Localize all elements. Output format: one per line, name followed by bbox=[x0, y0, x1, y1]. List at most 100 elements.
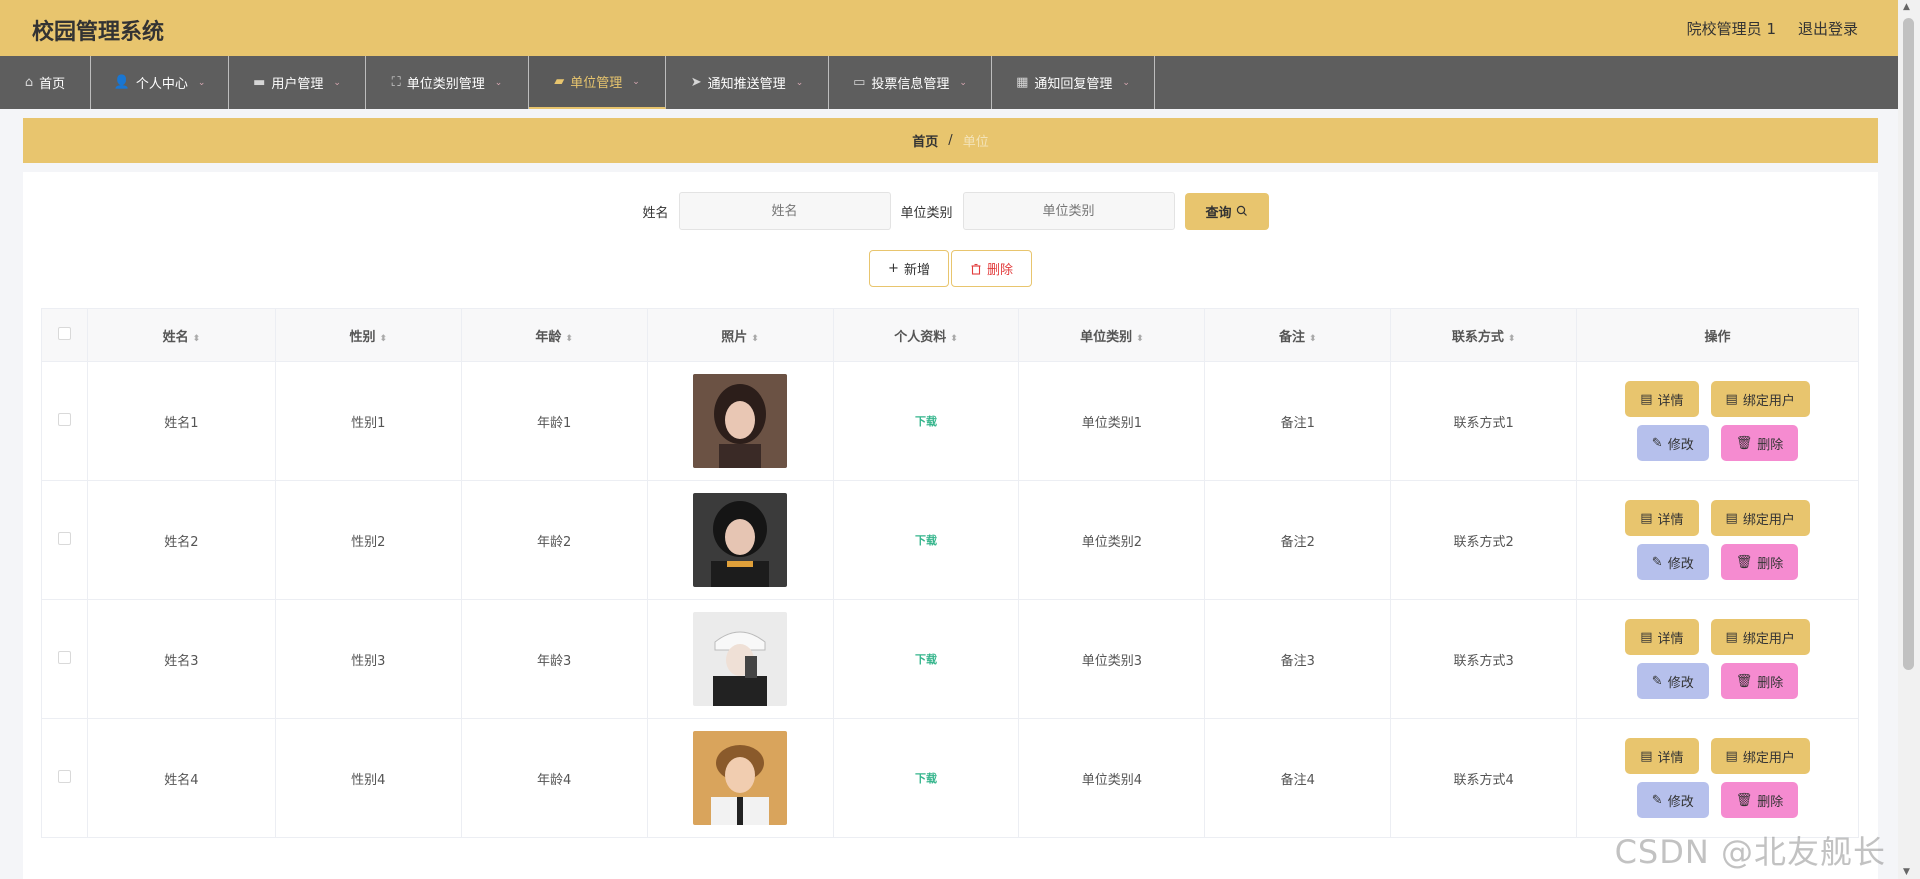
add-button[interactable]: + 新增 bbox=[869, 250, 949, 287]
nav-label: 单位管理 bbox=[570, 76, 623, 91]
col-actions: 操作 bbox=[1576, 308, 1859, 362]
col-gender[interactable]: 性别 ⬍ bbox=[274, 308, 462, 362]
detail-button[interactable]: ▤ 详情 bbox=[1625, 381, 1699, 417]
bind-user-button[interactable]: ▤ 绑定用户 bbox=[1710, 619, 1810, 655]
col-note[interactable]: 备注 ⬍ bbox=[1204, 308, 1392, 362]
scroll-down-icon[interactable]: ▼ bbox=[1903, 867, 1910, 877]
select-all-checkbox[interactable] bbox=[57, 326, 71, 340]
doc-icon: ▤ bbox=[1640, 748, 1653, 764]
cell-contact: 联系方式1 bbox=[1390, 361, 1578, 481]
edit-button[interactable]: ✎ 修改 bbox=[1636, 782, 1709, 818]
bind-user-button[interactable]: ▤ 绑定用户 bbox=[1710, 500, 1810, 536]
edit-button[interactable]: ✎ 修改 bbox=[1636, 425, 1709, 461]
col-photo[interactable]: 照片 ⬍ bbox=[646, 308, 834, 362]
logout-link[interactable]: 退出登录 bbox=[1798, 18, 1858, 39]
current-user[interactable]: 院校管理员 1 bbox=[1687, 18, 1776, 39]
batch-delete-button[interactable]: 删除 bbox=[950, 250, 1032, 287]
photo-thumbnail[interactable] bbox=[693, 612, 788, 706]
cell-profile: 下载 bbox=[832, 718, 1020, 838]
sort-icon: ⬍ bbox=[379, 333, 388, 344]
download-link[interactable]: 下载 bbox=[915, 653, 937, 666]
delete-button[interactable]: 🗑 删除 bbox=[1720, 663, 1799, 699]
select-all-cell bbox=[41, 308, 88, 362]
cell-name: 姓名3 bbox=[86, 599, 276, 719]
nav-item-vote-info-management[interactable]: ▭ 投票信息管理 ⌄ bbox=[829, 56, 992, 109]
bind-user-button[interactable]: ▤ 绑定用户 bbox=[1710, 381, 1810, 417]
cell-gender: 性别3 bbox=[274, 599, 462, 719]
row-checkbox[interactable] bbox=[57, 650, 71, 664]
row-checkbox[interactable] bbox=[57, 412, 71, 426]
units-table: 姓名 ⬍ 性别 ⬍ 年龄 ⬍ 照片 ⬍ 个人资料 ⬍ 单位类别 ⬍ 备注 ⬍ 联系方式 ⬍ 操作… bbox=[41, 308, 1859, 838]
detail-button[interactable]: ▤ 详情 bbox=[1625, 500, 1699, 536]
col-profile[interactable]: 个人资料 ⬍ bbox=[832, 308, 1020, 362]
trash-icon: 🗑 bbox=[1735, 554, 1753, 570]
photo-thumbnail[interactable] bbox=[693, 493, 788, 587]
action-bar: + 新增 删除 bbox=[23, 250, 1878, 287]
nav-label: 个人中心 bbox=[135, 77, 188, 92]
nav-item-user-management[interactable]: ▬ 用户管理 ⌄ bbox=[229, 56, 366, 109]
cell-age: 年龄4 bbox=[460, 718, 648, 838]
pencil-icon: ✎ bbox=[1651, 435, 1663, 451]
nav-item-notice-push-management[interactable]: ➤ 通知推送管理 ⌄ bbox=[666, 56, 829, 109]
nav-item-unit-category-management[interactable]: ⛶ 单位类别管理 ⌄ bbox=[366, 56, 529, 109]
col-label: 备注 bbox=[1278, 329, 1305, 345]
pencil-icon: ✎ bbox=[1651, 554, 1663, 570]
col-age[interactable]: 年龄 ⬍ bbox=[460, 308, 648, 362]
bind-user-button[interactable]: ▤ 绑定用户 bbox=[1710, 738, 1810, 774]
sort-icon: ⬍ bbox=[1308, 333, 1317, 344]
detail-button[interactable]: ▤ 详情 bbox=[1625, 619, 1699, 655]
chevron-down-icon: ⌄ bbox=[333, 77, 341, 88]
chevron-down-icon: ⌄ bbox=[959, 77, 967, 88]
photo-thumbnail[interactable] bbox=[693, 374, 788, 468]
breadcrumb: 首页 / 单位 bbox=[23, 118, 1878, 163]
cell-age: 年龄1 bbox=[460, 361, 648, 481]
delete-button[interactable]: 🗑 删除 bbox=[1720, 544, 1799, 580]
table-header-row: 姓名 ⬍ 性别 ⬍ 年龄 ⬍ 照片 ⬍ 个人资料 ⬍ 单位类别 ⬍ 备注 ⬍ 联系方式 ⬍ 操作 bbox=[41, 308, 1859, 362]
cell-profile: 下载 bbox=[832, 361, 1020, 481]
breadcrumb-home[interactable]: 首页 bbox=[912, 131, 938, 150]
query-button[interactable]: 查询 bbox=[1184, 192, 1269, 230]
search-bar: 姓名 单位类别 查询 bbox=[23, 192, 1878, 230]
edit-button[interactable]: ✎ 修改 bbox=[1636, 663, 1709, 699]
cell-gender: 性别4 bbox=[274, 718, 462, 838]
col-category[interactable]: 单位类别 ⬍ bbox=[1018, 308, 1206, 362]
sort-icon: ⬍ bbox=[192, 333, 201, 344]
col-label: 性别 bbox=[349, 329, 376, 345]
nav-item-home[interactable]: ⌂ 首页 bbox=[0, 56, 91, 109]
col-label: 操作 bbox=[1704, 329, 1731, 345]
op-label: 修改 bbox=[1667, 675, 1694, 691]
nav-item-unit-management[interactable]: ▰ 单位管理 ⌄ bbox=[529, 56, 666, 109]
sort-icon: ⬍ bbox=[1507, 333, 1516, 344]
sort-icon: ⬍ bbox=[751, 333, 759, 344]
col-contact[interactable]: 联系方式 ⬍ bbox=[1390, 308, 1578, 362]
row-checkbox[interactable] bbox=[57, 769, 71, 783]
row-actions: ▤ 详情 ▤ 绑定用户 ✎ 修改 🗑 删除 bbox=[1577, 381, 1858, 461]
category-search-input[interactable] bbox=[962, 192, 1175, 230]
delete-button[interactable]: 🗑 删除 bbox=[1720, 782, 1799, 818]
scroll-up-icon[interactable]: ▲ bbox=[1903, 2, 1910, 12]
delete-button[interactable]: 🗑 删除 bbox=[1720, 425, 1799, 461]
col-name[interactable]: 姓名 ⬍ bbox=[86, 308, 276, 362]
download-link[interactable]: 下载 bbox=[915, 534, 937, 547]
table-row: 姓名2 性别2 年龄2 下载 单位类别2 备注2 联系方式2 ▤ 详情 ▤ 绑定… bbox=[41, 480, 1859, 600]
edit-button[interactable]: ✎ 修改 bbox=[1636, 544, 1709, 580]
col-label: 单位类别 bbox=[1080, 329, 1133, 345]
scrollbar-thumb[interactable] bbox=[1903, 18, 1914, 670]
photo-thumbnail[interactable] bbox=[693, 731, 788, 825]
nav-item-notice-reply-management[interactable]: ▦ 通知回复管理 ⌄ bbox=[992, 56, 1155, 109]
chevron-down-icon: ⌄ bbox=[197, 77, 206, 88]
nav-item-personal-center[interactable]: 👤 个人中心 ⌄ bbox=[91, 56, 229, 109]
cell-category: 单位类别3 bbox=[1018, 599, 1206, 719]
nav-label: 通知回复管理 bbox=[1034, 77, 1113, 92]
doc-icon: ▤ bbox=[1640, 391, 1653, 407]
vertical-scrollbar[interactable]: ▲ ▼ bbox=[1898, 0, 1920, 879]
cell-note: 备注4 bbox=[1204, 718, 1392, 838]
row-checkbox[interactable] bbox=[57, 531, 71, 545]
trash-icon: 🗑 bbox=[1735, 792, 1753, 808]
home-icon: ⌂ bbox=[24, 75, 34, 90]
cell-actions: ▤ 详情 ▤ 绑定用户 ✎ 修改 🗑 删除 bbox=[1576, 718, 1859, 838]
detail-button[interactable]: ▤ 详情 bbox=[1625, 738, 1699, 774]
name-search-input[interactable] bbox=[678, 192, 891, 230]
download-link[interactable]: 下载 bbox=[915, 772, 937, 785]
download-link[interactable]: 下载 bbox=[915, 415, 937, 428]
